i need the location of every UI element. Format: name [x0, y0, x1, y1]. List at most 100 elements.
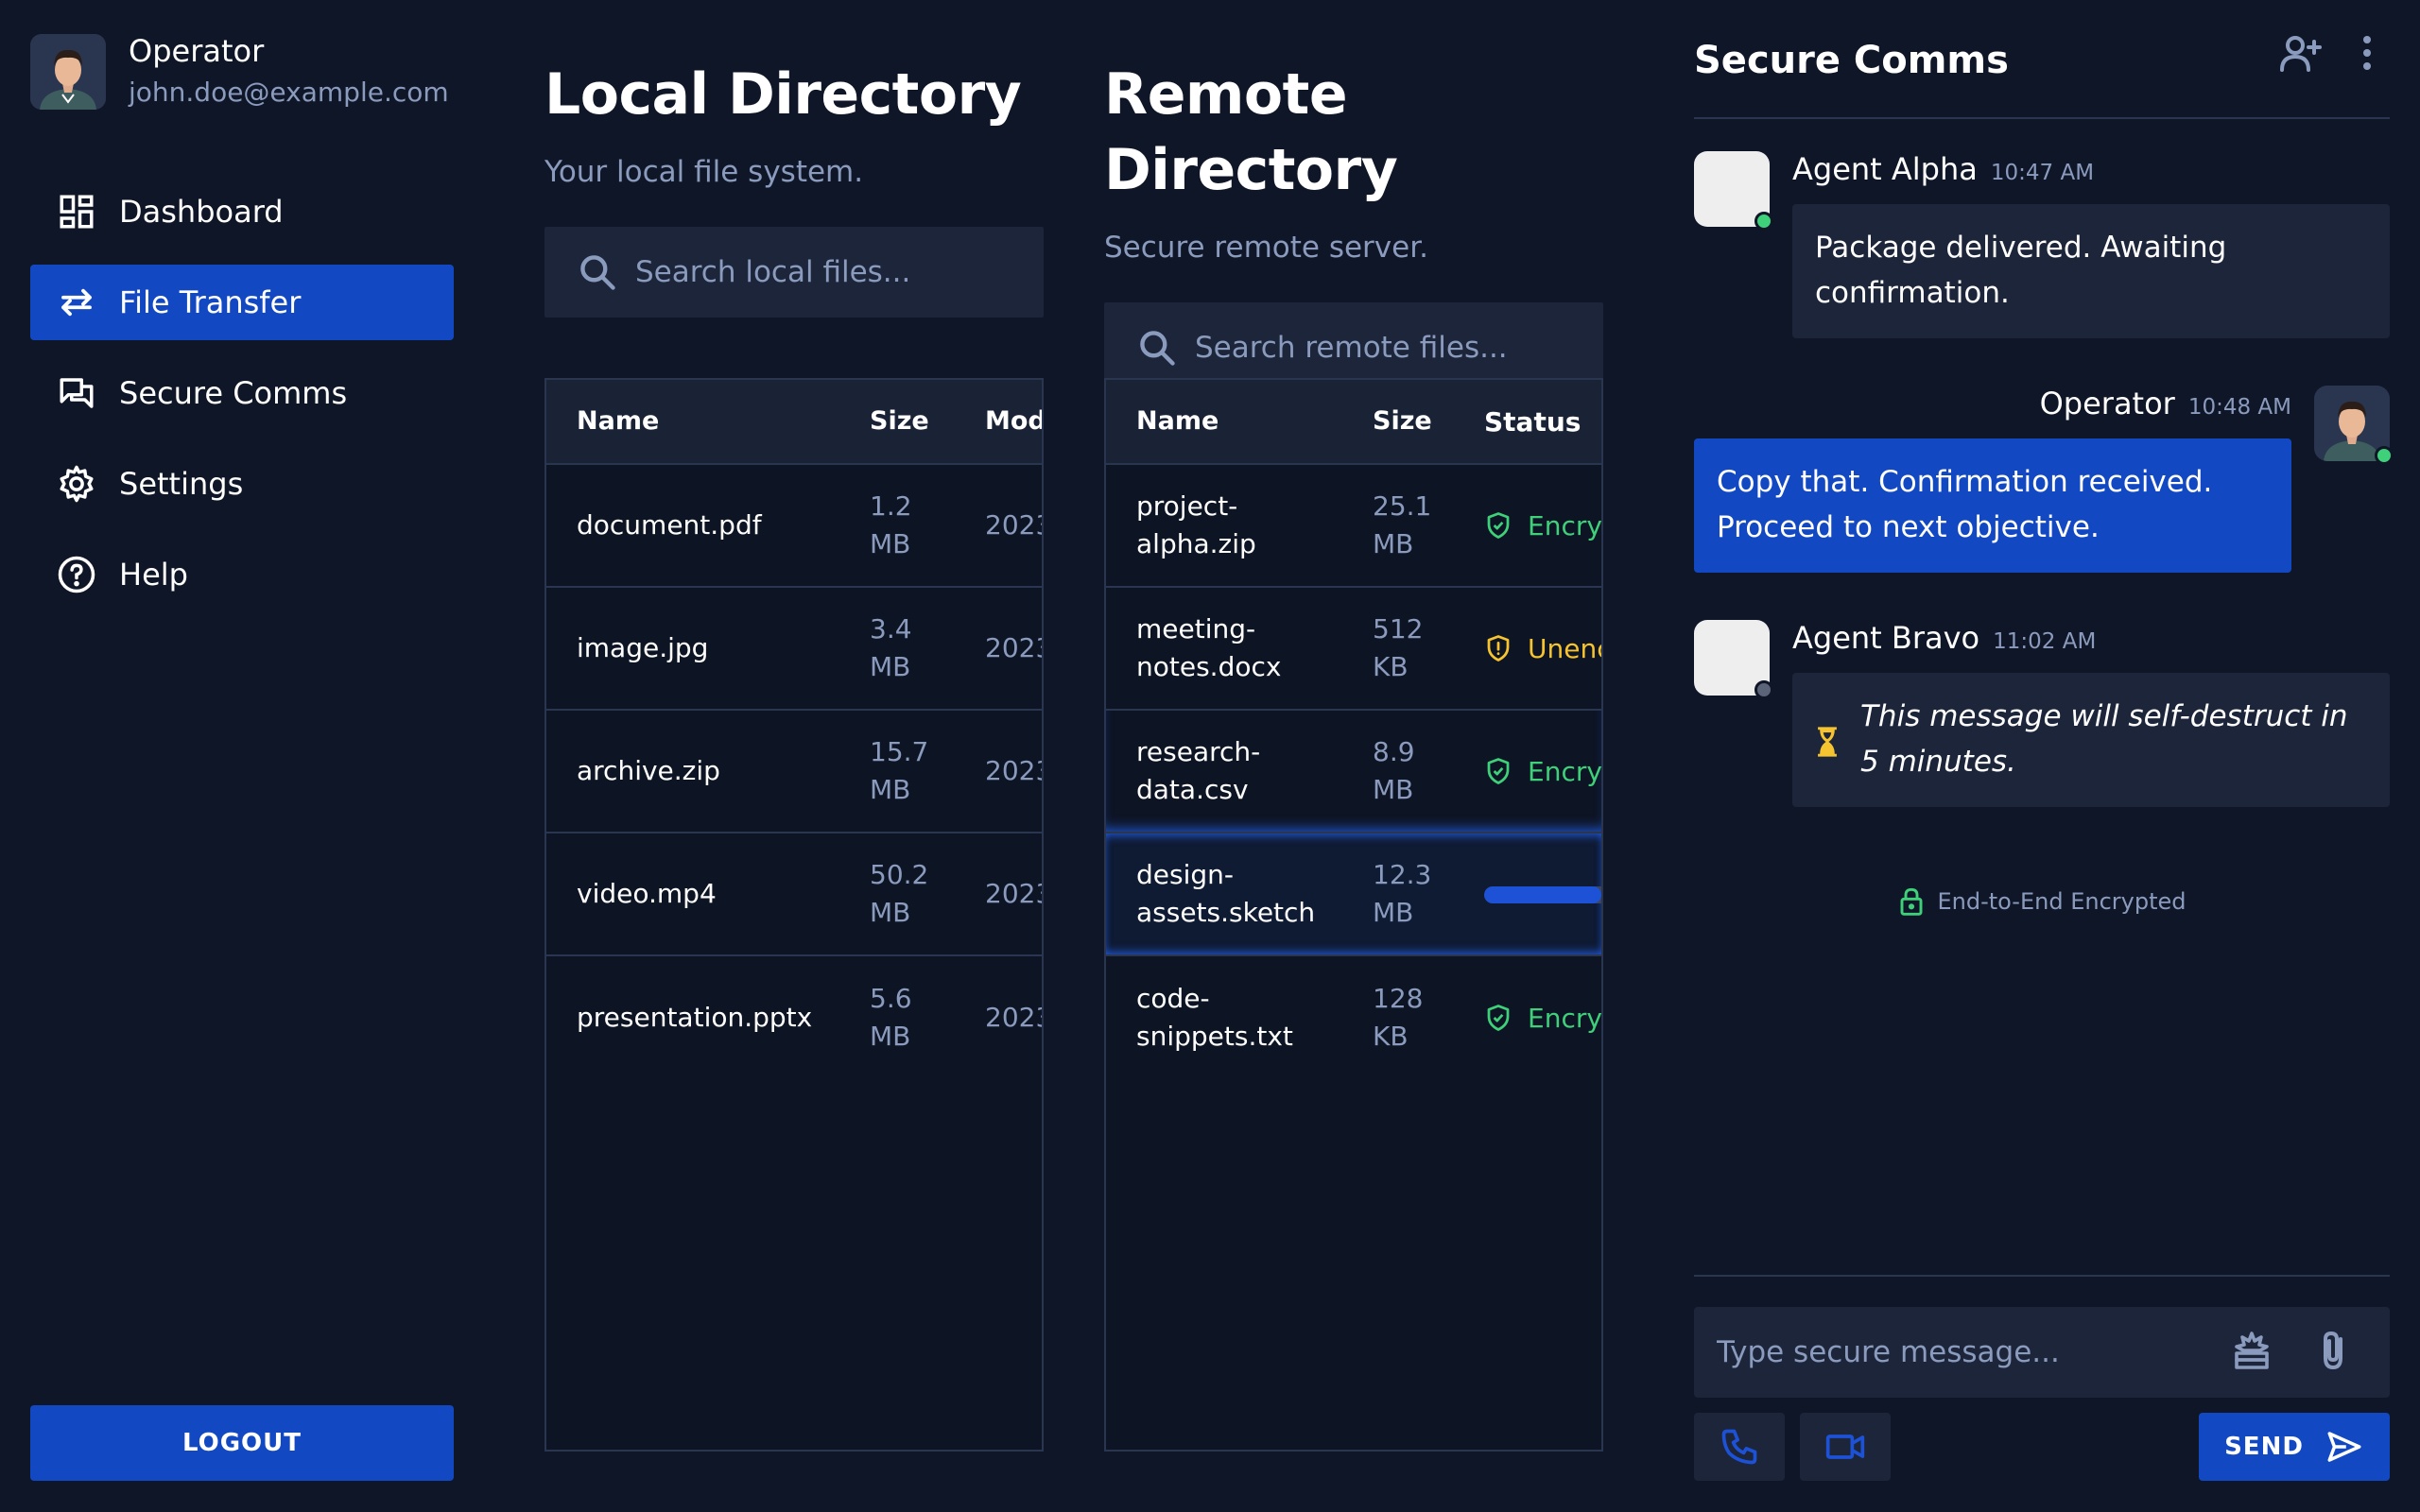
nav-item-dashboard[interactable]: Dashboard: [30, 174, 454, 249]
avatar: [30, 34, 106, 110]
phone-icon: [1721, 1429, 1757, 1465]
table-row[interactable]: document.pdf 1.2 MB 2023 27 10: [546, 465, 1042, 588]
file-status: Encrypted: [1484, 510, 1601, 541]
table-header: Name Size Modified: [546, 380, 1042, 465]
shield-check-icon: [1487, 512, 1510, 539]
file-size: 1.2 MB: [870, 490, 912, 559]
logout-button[interactable]: LOGOUT: [30, 1405, 454, 1481]
local-search-input[interactable]: [635, 255, 1013, 289]
paperclip-icon[interactable]: [2310, 1328, 2356, 1373]
sidebar: Operator john.doe@example.com Dashboard …: [0, 0, 484, 1512]
file-name: design-assets.sketch: [1136, 859, 1316, 928]
transfer-progress-bar: [1484, 886, 1601, 903]
shield-check-icon: [1487, 1005, 1510, 1031]
add-user-icon[interactable]: [2278, 30, 2324, 76]
file-name: meeting-notes.docx: [1136, 613, 1282, 682]
table-row[interactable]: video.mp4 50.2 MB 2023 26 12: [546, 833, 1042, 956]
avatar: [1694, 620, 1773, 699]
file-size: 8.9 MB: [1373, 736, 1415, 805]
message-composer: [1694, 1307, 2390, 1398]
file-name: document.pdf: [577, 509, 762, 541]
nav-item-file-transfer[interactable]: File Transfer: [30, 265, 454, 340]
status-label: Unencrypted: [1528, 632, 1603, 664]
file-modified: 2023 26 15: [985, 755, 1042, 786]
file-size: 128 KB: [1373, 983, 1424, 1052]
file-modified: 2023 26 12: [985, 878, 1042, 909]
status-label: Encrypted: [1528, 1002, 1602, 1034]
chat-header: Secure Comms: [1694, 30, 2390, 119]
file-status: Unencrypted: [1484, 632, 1603, 664]
table-row[interactable]: design-assets.sketch 12.3 MB: [1106, 833, 1601, 956]
avatar: [2314, 386, 2394, 465]
encryption-notice: End-to-End Encrypted: [1694, 886, 2390, 917]
column-header-size[interactable]: Size: [1373, 403, 1458, 440]
local-file-table: Name Size Modified document.pdf 1.2 MB 2…: [544, 378, 1044, 1452]
video-call-button[interactable]: [1800, 1413, 1891, 1481]
online-indicator: [2375, 446, 2394, 465]
file-name: archive.zip: [577, 755, 720, 786]
remote-search-input[interactable]: [1195, 331, 1573, 365]
user-email: john.doe@example.com: [129, 77, 449, 108]
table-row[interactable]: meeting-notes.docx 512 KB Unencrypted: [1106, 588, 1601, 711]
nav-item-settings[interactable]: Settings: [30, 446, 454, 522]
table-row[interactable]: code-snippets.txt 128 KB Encrypted: [1106, 956, 1601, 1079]
nav-item-secure-comms[interactable]: Secure Comms: [30, 355, 454, 431]
lock-icon: [1900, 887, 1922, 916]
file-name: project-alpha.zip: [1136, 490, 1256, 559]
column-header-modified[interactable]: Modified: [985, 403, 1042, 440]
file-name: video.mp4: [577, 878, 717, 909]
message-time: 11:02 AM: [1993, 629, 2097, 654]
local-directory-subtitle: Your local file system.: [544, 155, 864, 189]
local-search: [544, 227, 1044, 318]
sender-name: Agent Alpha: [1792, 151, 1978, 187]
video-icon: [1825, 1435, 1865, 1459]
table-row[interactable]: archive.zip 15.7 MB 2023 26 15: [546, 711, 1042, 833]
voice-call-button[interactable]: [1694, 1413, 1785, 1481]
nav-label: Help: [119, 557, 188, 593]
local-directory-pane: Local Directory Your local file system. …: [544, 57, 1044, 1452]
file-modified: 2023 27 0: [985, 632, 1042, 663]
gear-icon: [55, 462, 98, 506]
sender-name: Operator: [2039, 386, 2175, 421]
message-time: 10:48 AM: [2187, 395, 2291, 420]
file-size: 12.3 MB: [1373, 859, 1432, 928]
file-status: Encrypted: [1484, 756, 1601, 787]
divider: [1694, 1275, 2390, 1277]
table-row[interactable]: presentation.pptx 5.6 MB 2023 25 18: [546, 956, 1042, 1079]
user-name: Operator: [129, 33, 265, 69]
file-size: 5.6 MB: [870, 983, 912, 1052]
message-input[interactable]: [1717, 1335, 2208, 1369]
table-header: Name Size Status: [1106, 380, 1601, 465]
send-icon: [2327, 1432, 2361, 1462]
message-bubble: Copy that. Confirmation received. Procee…: [1694, 438, 2291, 573]
remote-directory-subtitle: Secure remote server.: [1104, 231, 1428, 265]
file-status: Encrypted: [1484, 1002, 1602, 1034]
column-header-size[interactable]: Size: [870, 403, 955, 440]
search-icon: [1140, 331, 1175, 366]
send-label: SEND: [2224, 1433, 2304, 1461]
message-bubble: Package delivered. Awaiting confirmation…: [1792, 204, 2390, 338]
file-size: 512 KB: [1373, 613, 1424, 682]
offline-indicator: [1754, 680, 1773, 699]
self-destruct-icon[interactable]: [2229, 1328, 2274, 1373]
file-size: 50.2 MB: [870, 859, 929, 928]
send-button[interactable]: SEND: [2199, 1413, 2390, 1481]
file-size: 25.1 MB: [1373, 490, 1432, 559]
secure-comms-panel: Secure Comms Agent Alpha 10:47 AM Packag…: [1694, 0, 2394, 1512]
user-profile[interactable]: Operator john.doe@example.com: [30, 32, 449, 112]
column-header-name[interactable]: Name: [577, 403, 822, 440]
nav-item-help[interactable]: Help: [30, 537, 454, 612]
chat-icon: [55, 371, 98, 415]
encryption-label: End-to-End Encrypted: [1937, 888, 2187, 915]
nav-label: Secure Comms: [119, 375, 348, 411]
table-row[interactable]: image.jpg 3.4 MB 2023 27 0: [546, 588, 1042, 711]
nav-label: Dashboard: [119, 194, 284, 230]
more-vertical-icon[interactable]: [2344, 30, 2390, 76]
column-header-name[interactable]: Name: [1136, 403, 1382, 440]
transfer-icon: [55, 281, 98, 324]
online-indicator: [1754, 212, 1773, 231]
nav-label: Settings: [119, 466, 244, 502]
table-row[interactable]: research-data.csv 8.9 MB Encrypted: [1106, 711, 1601, 833]
table-row[interactable]: project-alpha.zip 25.1 MB Encrypted: [1106, 465, 1601, 588]
column-header-status[interactable]: Status: [1484, 406, 1581, 438]
